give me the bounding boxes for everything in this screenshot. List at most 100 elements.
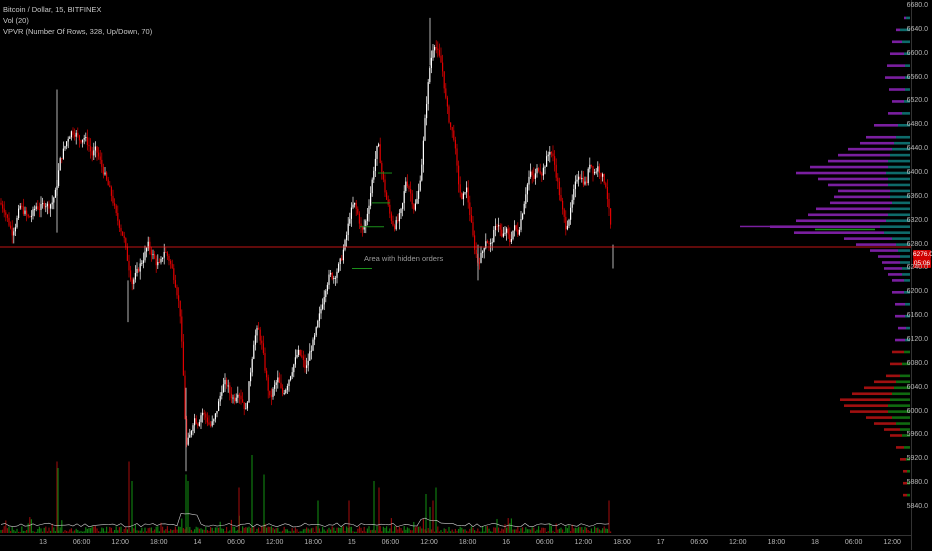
- price-tick-label: 6160.0: [906, 312, 928, 320]
- vpvr-down-bar: [866, 416, 892, 419]
- candle-body: [413, 204, 415, 210]
- time-tick-label: 18:00: [613, 539, 631, 546]
- volume-bar: [30, 519, 32, 533]
- volume-indicator-label[interactable]: Vol (20): [3, 15, 152, 26]
- vpvr-up-bar: [904, 350, 910, 354]
- price-axis[interactable]: [911, 0, 932, 550]
- candle-body: [146, 248, 148, 252]
- vpvr-indicator-label[interactable]: VPVR (Number Of Rows, 328, Up/Down, 70): [3, 26, 152, 37]
- volume-bar: [373, 481, 375, 533]
- time-tick-label: 12:00: [111, 539, 129, 546]
- volume-bar: [283, 526, 285, 533]
- candle-body: [598, 166, 600, 173]
- candle-body: [366, 213, 368, 221]
- candle-body: [342, 249, 344, 261]
- candle-body: [299, 349, 301, 356]
- candle-body: [600, 172, 602, 177]
- volume-bar: [185, 474, 187, 533]
- volume-bar: [269, 527, 271, 533]
- vpvr-up-bar: [896, 135, 910, 139]
- volume-bar: [595, 527, 597, 533]
- candle-body: [13, 231, 15, 236]
- volume-bar: [454, 528, 456, 533]
- candle-body: [46, 203, 48, 207]
- volume-bar: [85, 527, 87, 533]
- volume-bar: [290, 531, 292, 533]
- volume-bar: [27, 523, 29, 533]
- volume-bar: [96, 528, 98, 533]
- candle-body: [179, 300, 181, 317]
- volume-bar: [54, 531, 56, 533]
- candle-body: [378, 144, 380, 147]
- symbol-title[interactable]: Bitcoin / Dollar, 15, BITFINEX: [3, 4, 152, 15]
- candle-body: [181, 316, 183, 342]
- candle-body: [557, 177, 559, 182]
- volume-bar: [464, 529, 466, 533]
- hidden-orders-annotation: Area with hidden orders: [364, 254, 444, 263]
- candle-body: [576, 179, 578, 182]
- volume-bar: [443, 528, 445, 533]
- volume-bar: [397, 529, 399, 533]
- chart-canvas[interactable]: [0, 0, 932, 550]
- volume-bar: [558, 528, 560, 533]
- candle-body: [307, 360, 309, 366]
- candle-body: [451, 127, 453, 131]
- candle-body: [334, 277, 336, 279]
- candle-body: [67, 138, 69, 142]
- volume-bar: [525, 527, 527, 533]
- candle-body: [331, 272, 333, 279]
- volume-bar: [610, 531, 612, 533]
- vpvr-up-bar: [900, 428, 910, 431]
- candle-body: [552, 153, 554, 157]
- volume-bar: [578, 526, 580, 533]
- candle-body: [488, 243, 490, 245]
- candle-body: [235, 397, 237, 402]
- candle-body: [365, 220, 367, 227]
- volume-bar: [229, 530, 231, 533]
- candle-body: [85, 137, 87, 139]
- candle-body: [102, 166, 104, 175]
- volume-bar: [566, 528, 568, 533]
- volume-bar: [62, 531, 64, 533]
- candle-body: [590, 164, 592, 167]
- candle-body: [187, 437, 189, 445]
- volume-bar: [326, 529, 328, 533]
- volume-bar: [250, 527, 252, 533]
- candle-body: [414, 203, 416, 210]
- candle-body: [515, 225, 517, 230]
- candle-body: [354, 202, 356, 205]
- volume-bar: [568, 525, 570, 533]
- volume-bar: [13, 529, 15, 533]
- volume-bar: [227, 531, 229, 533]
- candle-body: [355, 202, 357, 209]
- price-tick-label: 5920.0: [906, 455, 928, 463]
- volume-bar: [90, 528, 92, 533]
- vpvr-down-bar: [895, 302, 905, 306]
- candle-body: [445, 88, 447, 98]
- volume-bar: [312, 527, 314, 533]
- candle-body: [75, 132, 77, 137]
- candle-body: [144, 251, 146, 261]
- candle-body: [443, 71, 445, 89]
- volume-bar: [154, 529, 156, 533]
- volume-bar: [211, 527, 213, 533]
- candle-body: [339, 258, 341, 264]
- candle-body: [430, 57, 432, 69]
- vpvr-down-bar: [844, 237, 892, 240]
- candle-body: [37, 206, 39, 210]
- volume-bar: [270, 526, 272, 533]
- candle-body: [330, 272, 332, 275]
- volume-bar: [18, 531, 20, 533]
- candle-body: [387, 199, 389, 205]
- candle-body: [520, 219, 522, 230]
- candle-body: [154, 254, 156, 259]
- volume-bar: [509, 523, 511, 533]
- candle-body: [410, 189, 412, 194]
- volume-bar: [336, 527, 338, 533]
- candle-body: [230, 393, 232, 399]
- volume-bar: [394, 526, 396, 533]
- volume-bar: [163, 530, 165, 533]
- volume-bar: [480, 531, 482, 533]
- vpvr-up-bar: [905, 302, 910, 306]
- volume-bar: [322, 526, 324, 533]
